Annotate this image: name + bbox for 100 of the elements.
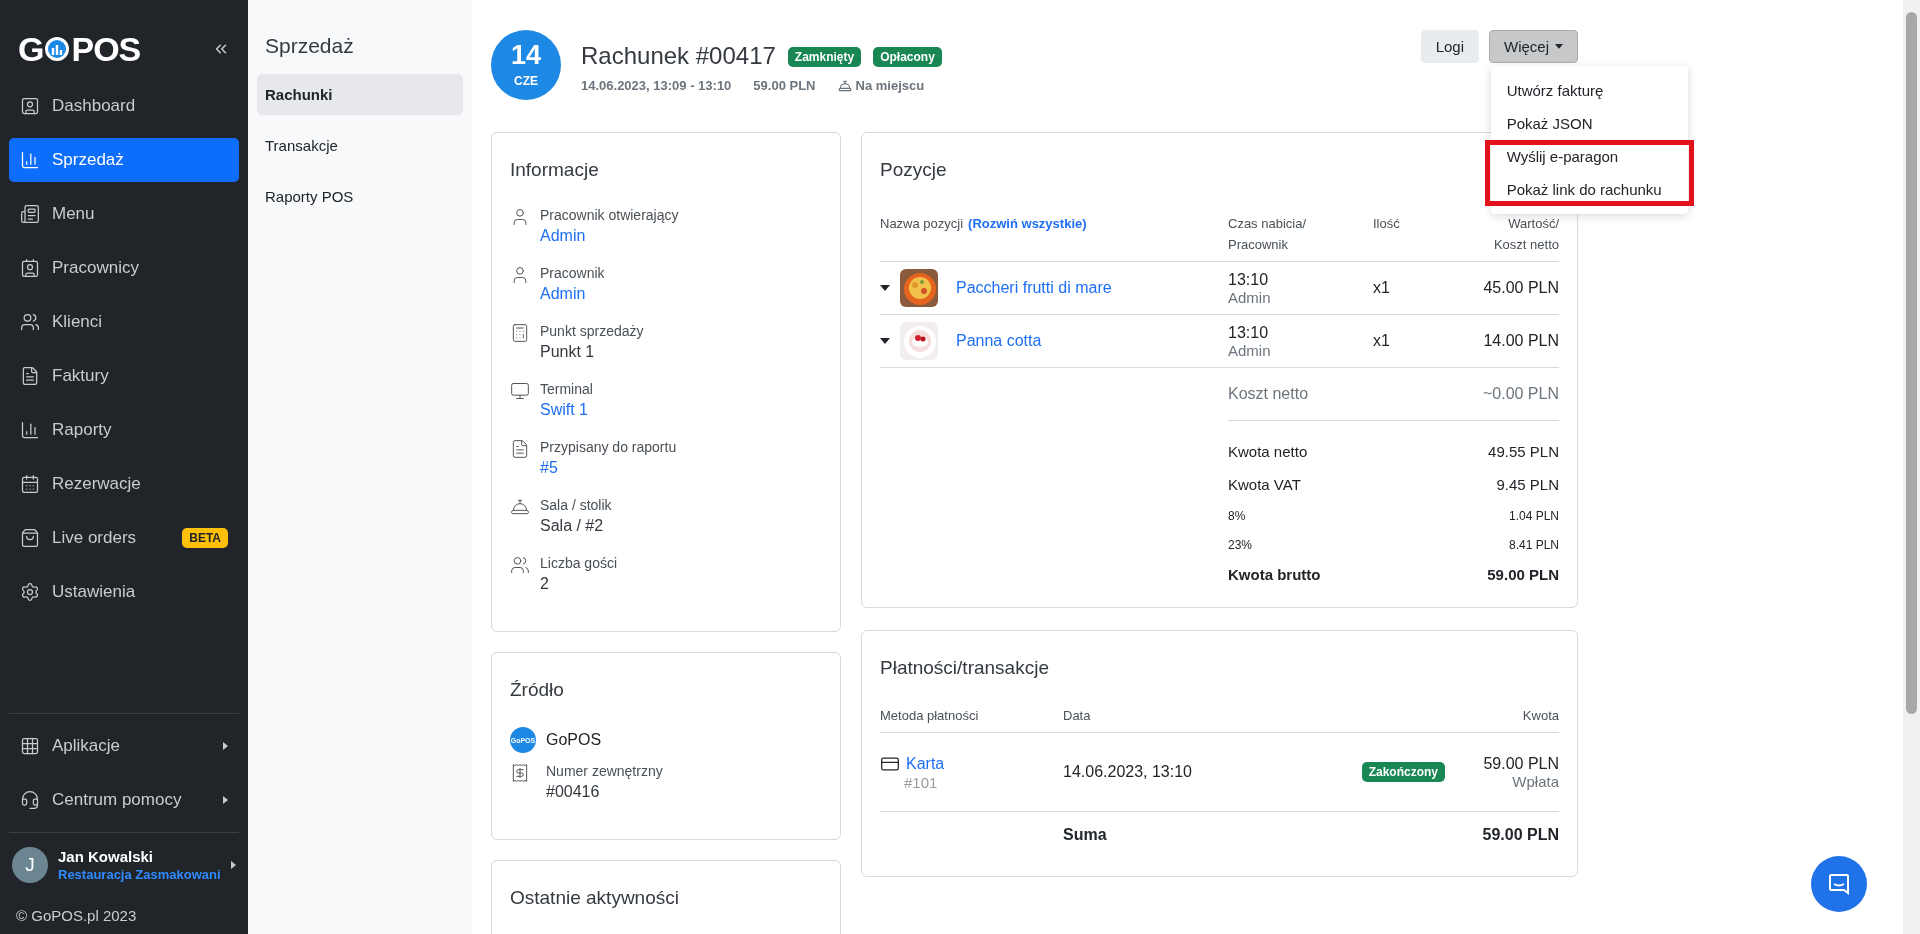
column-header: Ilość (1373, 215, 1400, 233)
sum-value: 59.00 PLN (1482, 826, 1559, 844)
sidebar-item[interactable]: Menu (9, 192, 239, 236)
sidebar-item[interactable]: Rezerwacje (9, 462, 239, 506)
user-avatar: J (12, 847, 48, 883)
field-icon (510, 439, 530, 459)
caret-icon[interactable] (880, 338, 890, 344)
sidebar-item[interactable]: Dashboard (9, 84, 239, 128)
payment-method-link[interactable]: Karta (906, 754, 945, 773)
sidebar-item[interactable]: Raporty (9, 408, 239, 452)
field-label: Liczba gości (540, 555, 618, 571)
section-title: Sprzedaż (264, 33, 355, 59)
payment-number: #101 (904, 773, 939, 791)
copyright: © GoPOS.pl 2023 (15, 906, 138, 926)
item-link[interactable]: Panna cotta (956, 332, 1042, 350)
column-header: Nazwa pozycji (880, 215, 964, 233)
column-header: Metoda płatności (880, 707, 979, 725)
field-label: Sala / stolik (540, 497, 612, 513)
total-label: 8% (1228, 508, 1246, 523)
sidebar-item-icon (20, 96, 40, 116)
source-name: GoPOS (546, 731, 602, 749)
field-link[interactable]: #5 (540, 459, 677, 477)
total-label: 23% (1228, 537, 1253, 552)
card-title: Ostatnie aktywności (510, 887, 680, 909)
more-button[interactable]: Więcej (1489, 30, 1578, 63)
sidebar-item-icon (20, 366, 40, 386)
subnav-item[interactable]: Transakcje (257, 125, 463, 166)
total-value: 59.00 PLN (1487, 565, 1559, 583)
sidebar-item-icon (20, 150, 40, 170)
sidebar-item-icon (20, 790, 40, 810)
item-quantity: x1 (1373, 332, 1390, 350)
dropdown-option[interactable]: Pokaż JSON (1490, 107, 1688, 140)
bill-date: 14.06.2023, 13:09 - 13:10 (581, 78, 732, 93)
field-label: Przypisany do raportu (540, 439, 677, 455)
column-header: Data (1063, 707, 1091, 725)
bell-icon (837, 78, 852, 93)
field-link[interactable]: Admin (540, 227, 679, 245)
item-employee: Admin (1228, 288, 1272, 306)
sidebar-item-icon (20, 420, 40, 440)
total-label: Kwota VAT (1228, 476, 1301, 493)
sidebar-item[interactable]: Live orders BETA (9, 516, 239, 560)
sidebar-item[interactable]: Faktury (9, 354, 239, 398)
sum-label: Suma (1063, 826, 1107, 844)
sidebar-item[interactable]: Klienci (9, 300, 239, 344)
payment-amount: 59.00 PLN (1483, 754, 1559, 773)
chat-icon (1827, 872, 1851, 896)
sidebar-item-icon (20, 582, 40, 602)
expand-all-link[interactable]: (Rozwiń wszystkie) (968, 213, 1087, 234)
item-value: 14.00 PLN (1483, 332, 1559, 350)
sidebar-item[interactable]: Pracownicy (9, 246, 239, 290)
field-value: 2 (540, 575, 550, 593)
column-header: Czas nabicia/ Pracownik (1228, 215, 1308, 254)
item-quantity: x1 (1373, 279, 1390, 297)
column-header: Kwota (1522, 707, 1559, 725)
field-label: Pracownik (540, 265, 605, 281)
total-value: 49.55 PLN (1488, 443, 1559, 460)
chat-button[interactable] (1811, 856, 1867, 912)
item-employee: Admin (1228, 341, 1272, 359)
beta-badge: BETA (182, 528, 228, 548)
field-label: Punkt sprzedaży (540, 323, 644, 339)
item-link[interactable]: Paccheri frutti di mare (956, 279, 1112, 297)
bill-title: Rachunek #00417 (581, 42, 776, 69)
sidebar-item-icon (20, 204, 40, 224)
status-badge: Zamknięty (787, 47, 862, 67)
date-month: CZE (514, 74, 538, 88)
field-link[interactable]: Swift 1 (540, 401, 593, 419)
total-value: 1.04 PLN (1508, 508, 1559, 523)
total-value: 9.45 PLN (1496, 476, 1559, 493)
status-badge: Zakończony (1361, 762, 1445, 782)
date-day: 14 (510, 42, 541, 69)
field-label: Terminal (540, 381, 593, 397)
card-title: Źródło (510, 679, 565, 701)
subnav-item[interactable]: Rachunki (257, 74, 463, 115)
column-header: Wartość/ Koszt netto (1492, 215, 1559, 254)
subnav-item[interactable]: Raporty POS (257, 176, 463, 217)
field-value: Punkt 1 (540, 343, 596, 361)
dropdown-option[interactable]: Utwórz fakturę (1490, 74, 1688, 107)
receipt-icon (510, 763, 530, 783)
card-title: Informacje (510, 159, 600, 181)
bill-amount: 59.00 PLN (753, 78, 816, 93)
field-label: Pracownik otwierający (540, 207, 679, 223)
card-title: Płatności/transakcje (880, 657, 1050, 679)
sidebar-item[interactable]: Sprzedaż (9, 138, 239, 182)
field-link[interactable]: Admin (540, 285, 605, 303)
sidebar-item-icon (20, 528, 40, 548)
item-time: 13:10 (1228, 323, 1270, 342)
item-time: 13:10 (1228, 270, 1270, 289)
logs-button[interactable]: Logi (1420, 30, 1479, 63)
sidebar-item[interactable]: Centrum pomocy (9, 778, 239, 822)
sidebar-item[interactable]: Ustawienia (9, 570, 239, 614)
sidebar-item-icon (20, 312, 40, 332)
sidebar-item[interactable]: Aplikacje (9, 724, 239, 768)
caret-icon[interactable] (880, 285, 890, 291)
net-cost-label: Koszt netto (1228, 385, 1309, 403)
user-name: Jan Kowalski (58, 848, 155, 865)
field-value: #00416 (546, 783, 601, 801)
status-badge: Opłacony (873, 47, 942, 67)
caret-icon (231, 861, 236, 869)
sidebar-item-icon (20, 736, 40, 756)
item-value: 45.00 PLN (1483, 279, 1559, 297)
